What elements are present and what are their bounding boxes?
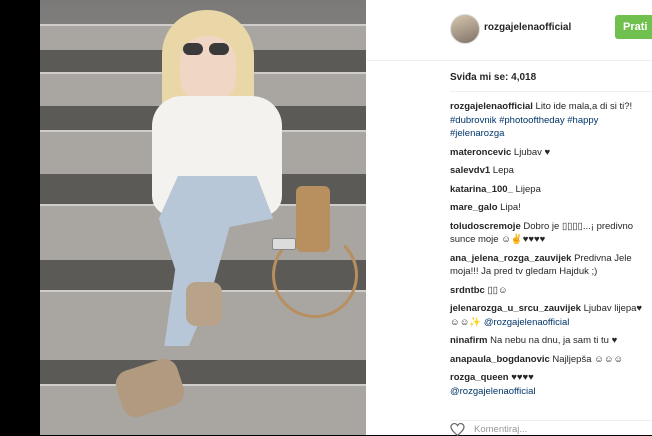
comment-item: katarina_100_ Lijepa	[450, 183, 650, 197]
comment-username[interactable]: jelenarozga_u_srcu_zauvijek	[450, 303, 581, 314]
divider	[450, 91, 652, 92]
comment-item: ana_jelena_rozga_zauvijek Predivna Jele …	[450, 252, 650, 279]
post-side-panel: rozgajelenaofficial Prati Sviđa mi se: 4…	[366, 0, 652, 436]
caption: rozgajelenaofficial Lito ide mala,a di s…	[450, 100, 650, 141]
comment-username[interactable]: mare_galo	[450, 202, 498, 213]
comment-username[interactable]: toludoscremoje	[450, 221, 521, 232]
comment-item: mare_galo Lipa!	[450, 201, 650, 215]
handbag	[296, 186, 330, 252]
likes-number: 4,018	[511, 72, 537, 83]
sunglasses	[183, 43, 231, 55]
comment-item: salevdv1 Lepa	[450, 164, 650, 178]
comment-mention[interactable]: @rozgajelenaofficial	[450, 386, 536, 397]
add-comment-input[interactable]: Komentiraj...	[474, 424, 527, 435]
stair-step	[40, 384, 366, 435]
comment-username[interactable]: ninafirm	[450, 335, 487, 346]
phone	[272, 238, 296, 250]
likes-count[interactable]: Sviđa mi se: 4,018	[450, 72, 536, 83]
comment-text: Lijepa	[515, 183, 541, 195]
comment-username[interactable]: srdntbc	[450, 285, 485, 296]
sneaker-right	[186, 282, 222, 326]
profile-username[interactable]: rozgajelenaofficial	[484, 22, 571, 33]
comment-item: ninafirm Na nebu na dnu, ja sam ti tu ♥	[450, 334, 650, 348]
comment-text: Lipa!	[500, 202, 521, 213]
comment-username[interactable]: materoncevic	[450, 147, 511, 158]
comment-username[interactable]: rozga_queen	[450, 372, 509, 383]
post-photo	[40, 0, 366, 435]
heart-icon[interactable]	[450, 423, 465, 436]
comment-username[interactable]: anapaula_bogdanovic	[450, 354, 550, 365]
comment-item: materoncevic Ljubav ♥	[450, 146, 650, 160]
comment-text: Najljepša ☺☺☺	[552, 353, 624, 365]
caption-username[interactable]: rozgajelenaofficial	[450, 101, 533, 112]
comment-item: anapaula_bogdanovic Najljepša ☺☺☺	[450, 353, 650, 367]
comment-mention[interactable]: @rozgajelenaofficial	[484, 317, 570, 328]
comment-item: rozga_queen ♥♥♥♥ @rozgajelenaofficial	[450, 371, 650, 398]
likes-label: Sviđa mi se:	[450, 72, 509, 83]
comment-text: ▯▯☺	[487, 284, 508, 296]
comment-item: toludoscremoje Dobro je ▯▯▯▯...¡ predivn…	[450, 220, 650, 247]
post-header: rozgajelenaofficial Prati	[366, 0, 652, 61]
stair-shadow	[40, 360, 366, 384]
follow-button[interactable]: Prati	[615, 15, 652, 39]
comment-text: Na nebu na dnu, ja sam ti tu ♥	[490, 335, 618, 346]
background-left	[0, 0, 40, 435]
comment-username[interactable]: salevdv1	[450, 165, 490, 176]
comment-text: ♥♥♥♥	[511, 372, 534, 383]
comment-list: rozgajelenaofficial Lito ide mala,a di s…	[450, 100, 650, 403]
comment-text: Lepa	[492, 165, 514, 176]
comment-username[interactable]: katarina_100_	[450, 184, 513, 195]
caption-hashtags[interactable]: #dubrovnik #photooftheday #happy #jelena…	[450, 115, 598, 140]
comment-text: Ljubav ♥	[513, 146, 551, 158]
comment-item: srdntbc ▯▯☺	[450, 284, 650, 298]
comment-item: jelenarozga_u_srcu_zauvijek Ljubav lijep…	[450, 302, 650, 329]
comment-username[interactable]: ana_jelena_rozga_zauvijek	[450, 253, 571, 264]
comment-footer: Komentiraj...	[450, 420, 652, 436]
avatar[interactable]	[450, 14, 480, 44]
caption-text: Lito ide mala,a di si ti?!	[535, 101, 633, 112]
